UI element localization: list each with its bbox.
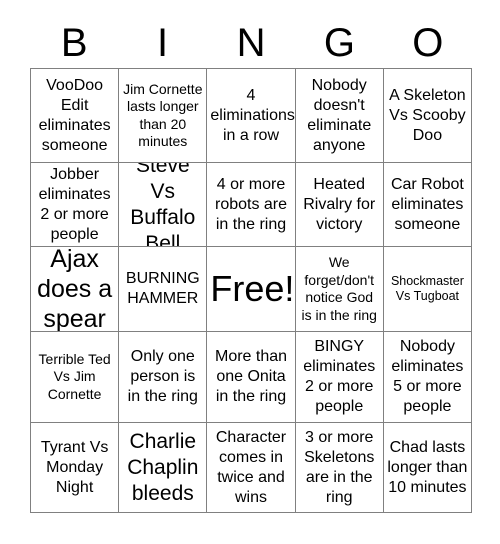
bingo-cell-label: VooDoo Edit eliminates someone xyxy=(38,76,111,154)
bingo-cell[interactable]: BINGY eliminates 2 or more people xyxy=(295,332,384,423)
bingo-cell-label: Jobber eliminates 2 or more people xyxy=(38,165,111,243)
header-letter-o: O xyxy=(412,21,444,65)
bingo-cell[interactable]: 4 or more robots are in the ring xyxy=(207,163,296,247)
bingo-cell-label: BINGY eliminates 2 or more people xyxy=(303,338,376,415)
bingo-cell[interactable]: Charlie Chaplin bleeds xyxy=(119,423,208,513)
header-letter-i: I xyxy=(157,21,169,65)
bingo-cell-label: Shockmaster Vs Tugboat xyxy=(390,273,464,304)
bingo-cell[interactable]: Nobody eliminates 5 or more people xyxy=(383,332,473,423)
bingo-cell[interactable]: Only one person is in the ring xyxy=(119,332,208,423)
bingo-cell[interactable]: Car Robot eliminates someone xyxy=(383,163,473,247)
bingo-cell-label: 4 eliminations in a row xyxy=(210,86,295,144)
bingo-cell[interactable]: 3 or more Skeletons are in the ring xyxy=(295,423,384,513)
bingo-cell[interactable]: Shockmaster Vs Tugboat xyxy=(383,247,473,332)
bingo-cell-label: Car Robot eliminates someone xyxy=(390,175,464,233)
bingo-cell[interactable]: Jobber eliminates 2 or more people xyxy=(31,163,120,247)
bingo-cell-label: Only one person is in the ring xyxy=(127,348,198,405)
header-letter-g: G xyxy=(323,21,355,65)
bingo-cell-label: Steve Vs Buffalo Bell xyxy=(130,163,196,247)
header-letter-b: B xyxy=(60,21,88,65)
bingo-row: Jobber eliminates 2 or more people Steve… xyxy=(31,163,473,247)
bingo-cell-label: Charlie Chaplin bleeds xyxy=(127,429,199,505)
bingo-cell-label: Jim Cornette lasts longer than 20 minute… xyxy=(123,80,203,150)
bingo-cell[interactable]: We forget/don't notice God is in the rin… xyxy=(295,247,384,332)
bingo-cell-label: Terrible Ted Vs Jim Cornette xyxy=(38,350,111,402)
bingo-cell[interactable]: Chad lasts longer than 10 minutes xyxy=(383,423,473,513)
bingo-cell[interactable]: Jim Cornette lasts longer than 20 minute… xyxy=(119,69,208,163)
bingo-cell[interactable]: A Skeleton Vs Scooby Doo xyxy=(383,69,473,163)
bingo-cell[interactable]: Steve Vs Buffalo Bell xyxy=(119,163,208,247)
bingo-cell-label: We forget/don't notice God is in the rin… xyxy=(301,254,377,323)
bingo-header-row: B I N G O xyxy=(30,18,472,68)
bingo-cell[interactable]: 4 eliminations in a row xyxy=(207,69,296,163)
bingo-row: VooDoo Edit eliminates someone Jim Corne… xyxy=(31,69,473,163)
bingo-cell-free[interactable]: Free! xyxy=(207,247,296,332)
bingo-cell-label: Character comes in twice and wins xyxy=(215,428,287,506)
bingo-row: Ajax does a spear BURNING HAMMER Free! W… xyxy=(31,247,473,332)
bingo-cell-label: BURNING HAMMER xyxy=(125,270,200,307)
bingo-cell-label: Chad lasts longer than 10 minutes xyxy=(387,438,468,496)
bingo-row: Terrible Ted Vs Jim Cornette Only one pe… xyxy=(31,332,473,423)
bingo-cell-label: More than one Onita in the ring xyxy=(214,348,288,405)
bingo-cell[interactable]: BURNING HAMMER xyxy=(119,247,208,332)
bingo-card: B I N G O VooDoo Edit eliminates someone… xyxy=(30,18,473,513)
bingo-cell-label: Nobody doesn't eliminate anyone xyxy=(307,76,372,154)
header-letter-n: N xyxy=(236,21,266,65)
bingo-cell-label: Nobody eliminates 5 or more people xyxy=(391,338,464,415)
bingo-cell[interactable]: Character comes in twice and wins xyxy=(207,423,296,513)
bingo-cell-label: Tyrant Vs Monday Night xyxy=(40,438,109,496)
bingo-cell[interactable]: Terrible Ted Vs Jim Cornette xyxy=(31,332,120,423)
bingo-cell-label: Ajax does a spear xyxy=(37,247,113,332)
bingo-cell-label: Heated Rivalry for victory xyxy=(303,175,376,233)
bingo-cell[interactable]: Ajax does a spear xyxy=(31,247,120,332)
bingo-grid: VooDoo Edit eliminates someone Jim Corne… xyxy=(30,68,473,513)
bingo-cell[interactable]: Nobody doesn't eliminate anyone xyxy=(295,69,384,163)
bingo-row: Tyrant Vs Monday Night Charlie Chaplin b… xyxy=(31,423,473,513)
bingo-cell[interactable]: More than one Onita in the ring xyxy=(207,332,296,423)
bingo-cell[interactable]: VooDoo Edit eliminates someone xyxy=(31,69,120,163)
bingo-cell-label: 4 or more robots are in the ring xyxy=(214,175,288,233)
bingo-cell-label: A Skeleton Vs Scooby Doo xyxy=(389,86,466,144)
bingo-cell-label: Free! xyxy=(210,268,295,309)
bingo-cell[interactable]: Heated Rivalry for victory xyxy=(295,163,384,247)
bingo-cell[interactable]: Tyrant Vs Monday Night xyxy=(31,423,120,513)
bingo-cell-label: 3 or more Skeletons are in the ring xyxy=(304,428,375,506)
